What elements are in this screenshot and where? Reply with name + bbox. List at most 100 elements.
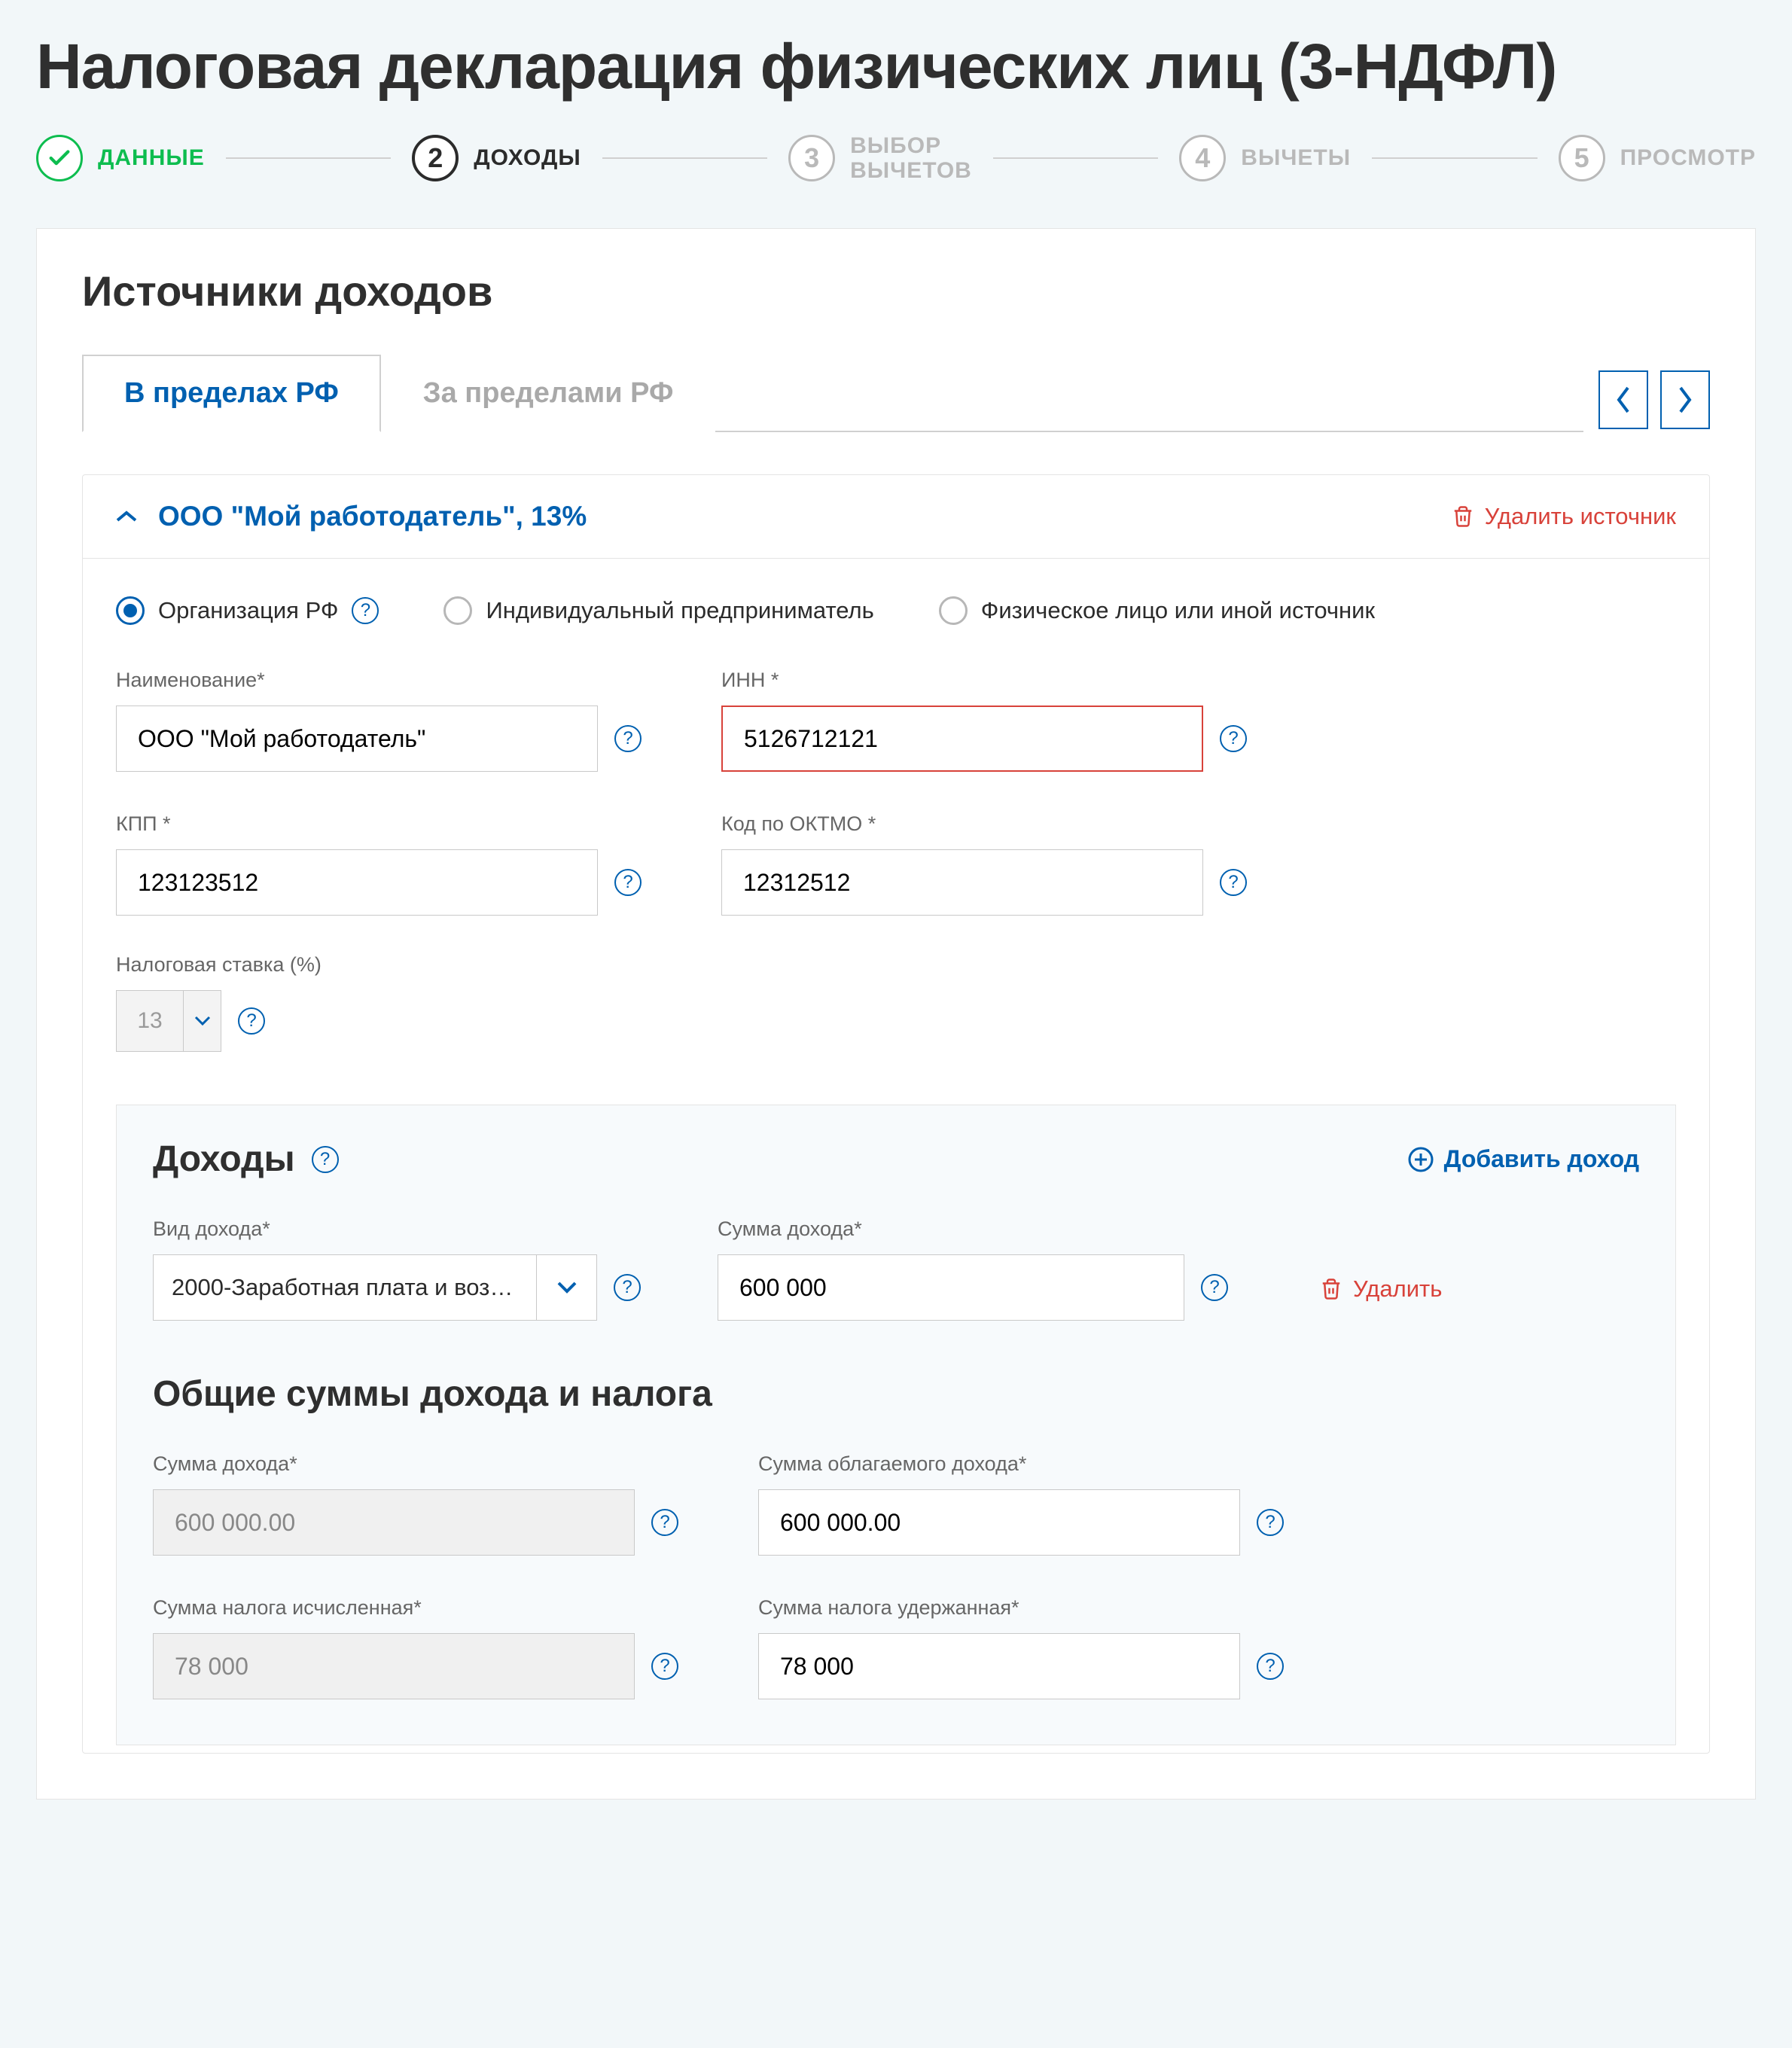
income-source-card: ООО "Мой работодатель", 13% Удалить исто… (82, 474, 1710, 1754)
radio-icon (116, 596, 145, 625)
tax-held-input[interactable] (758, 1633, 1240, 1699)
field-tax-rate: Налоговая ставка (%) 13 ? (116, 953, 1676, 1052)
oktmo-input[interactable] (721, 849, 1203, 916)
field-label: Код по ОКТМО * (721, 812, 1278, 836)
delete-income-label: Удалить (1353, 1275, 1442, 1303)
source-type-radios: Организация РФ ? Индивидуальный предприн… (116, 596, 1676, 625)
help-icon[interactable]: ? (352, 597, 379, 624)
income-sources-heading: Источники доходов (82, 267, 1710, 315)
field-label: Сумма налога удержанная* (758, 1596, 1315, 1620)
income-type-select[interactable]: 2000-Заработная плата и возн… (153, 1254, 597, 1321)
add-income-button[interactable]: Добавить доход (1408, 1145, 1639, 1173)
source-title: ООО "Мой работодатель", 13% (158, 501, 1431, 532)
field-label: КПП * (116, 812, 673, 836)
main-panel: Источники доходов В пределах РФ За преде… (36, 228, 1756, 1800)
tax-rate-select: 13 (116, 990, 221, 1052)
radio-label: Физическое лицо или иной источник (981, 597, 1375, 624)
tax-calc-input (153, 1633, 635, 1699)
trash-icon (1452, 504, 1474, 529)
trash-icon (1320, 1276, 1342, 1302)
incomes-block: Доходы ? Добавить доход Вид дохода* (116, 1105, 1676, 1745)
field-tax-calc: Сумма налога исчисленная* ? (153, 1596, 710, 1699)
income-type-value: 2000-Заработная плата и возн… (154, 1274, 536, 1301)
step-connector (1372, 157, 1537, 159)
field-total-sum: Сумма дохода* ? (153, 1452, 710, 1556)
step-1[interactable]: ДАННЫЕ (36, 135, 205, 181)
next-source-button[interactable] (1660, 370, 1710, 429)
step-number: 4 (1179, 135, 1226, 181)
radio-label: Организация РФ (158, 597, 338, 624)
help-icon[interactable]: ? (614, 725, 642, 752)
help-icon[interactable]: ? (1220, 869, 1247, 896)
step-label: ВЫЧЕТЫ (1241, 145, 1351, 171)
help-icon[interactable]: ? (238, 1007, 265, 1035)
tab-outside-rf[interactable]: За пределами РФ (381, 355, 716, 432)
collapse-toggle[interactable] (116, 510, 137, 523)
kpp-input[interactable] (116, 849, 598, 916)
stepper: ДАННЫЕ 2 ДОХОДЫ 3 ВЫБОРВЫЧЕТОВ 4 ВЫЧЕТЫ … (0, 133, 1792, 228)
region-tabs: В пределах РФ За пределами РФ (82, 353, 1583, 432)
help-icon[interactable]: ? (651, 1509, 678, 1536)
step-3[interactable]: 3 ВЫБОРВЫЧЕТОВ (788, 133, 972, 183)
field-label: Налоговая ставка (%) (116, 953, 1676, 977)
step-label: ВЫБОРВЫЧЕТОВ (850, 133, 972, 183)
field-name: Наименование* ? (116, 669, 673, 772)
radio-org-rf[interactable]: Организация РФ ? (116, 596, 379, 625)
totals-heading: Общие суммы дохода и налога (153, 1373, 1639, 1415)
field-label: Вид дохода* (153, 1218, 680, 1241)
step-4[interactable]: 4 ВЫЧЕТЫ (1179, 135, 1351, 181)
incomes-title: Доходы (153, 1138, 295, 1180)
field-taxable-sum: Сумма облагаемого дохода* ? (758, 1452, 1315, 1556)
field-label: Сумма дохода* (153, 1452, 710, 1476)
step-label: ДОХОДЫ (474, 145, 581, 171)
step-connector (602, 157, 767, 159)
prev-source-button[interactable] (1598, 370, 1648, 429)
help-icon[interactable]: ? (614, 1274, 641, 1301)
chevron-down-icon (183, 991, 221, 1051)
add-income-label: Добавить доход (1444, 1145, 1639, 1173)
field-label: Наименование* (116, 669, 673, 692)
tax-rate-value: 13 (117, 1008, 183, 1034)
help-icon[interactable]: ? (1220, 725, 1247, 752)
step-connector (993, 157, 1158, 159)
chevron-left-icon (1614, 385, 1632, 415)
field-income-amount: Сумма дохода* ? (718, 1218, 1260, 1321)
check-icon (36, 135, 83, 181)
help-icon[interactable]: ? (312, 1146, 339, 1173)
radio-other[interactable]: Физическое лицо или иной источник (939, 596, 1375, 625)
radio-icon (939, 596, 968, 625)
field-label: ИНН * (721, 669, 1278, 692)
delete-income-button[interactable]: Удалить (1320, 1275, 1442, 1303)
field-oktmo: Код по ОКТМО * ? (721, 812, 1278, 916)
step-connector (226, 157, 391, 159)
step-number: 2 (412, 135, 459, 181)
source-header: ООО "Мой работодатель", 13% Удалить исто… (83, 475, 1709, 559)
field-income-type: Вид дохода* 2000-Заработная плата и возн… (153, 1218, 680, 1321)
delete-source-button[interactable]: Удалить источник (1452, 503, 1676, 530)
name-input[interactable] (116, 706, 598, 772)
page-title: Налоговая декларация физических лиц (3-Н… (0, 0, 1792, 133)
help-icon[interactable]: ? (1257, 1509, 1284, 1536)
help-icon[interactable]: ? (651, 1653, 678, 1680)
chevron-down-icon (536, 1255, 596, 1320)
field-label: Сумма облагаемого дохода* (758, 1452, 1315, 1476)
taxable-sum-input[interactable] (758, 1489, 1240, 1556)
step-label: ДАННЫЕ (98, 145, 205, 171)
tab-inside-rf[interactable]: В пределах РФ (82, 355, 381, 432)
delete-source-label: Удалить источник (1485, 503, 1676, 530)
radio-ip[interactable]: Индивидуальный предприниматель (443, 596, 873, 625)
help-icon[interactable]: ? (614, 869, 642, 896)
radio-label: Индивидуальный предприниматель (486, 597, 873, 624)
help-icon[interactable]: ? (1257, 1653, 1284, 1680)
total-sum-input (153, 1489, 635, 1556)
step-5[interactable]: 5 ПРОСМОТР (1559, 135, 1756, 181)
income-amount-input[interactable] (718, 1254, 1184, 1321)
plus-circle-icon (1408, 1147, 1434, 1172)
field-tax-held: Сумма налога удержанная* ? (758, 1596, 1315, 1699)
step-label: ПРОСМОТР (1620, 145, 1756, 171)
step-2[interactable]: 2 ДОХОДЫ (412, 135, 581, 181)
inn-input[interactable] (721, 706, 1203, 772)
field-label: Сумма налога исчисленная* (153, 1596, 710, 1620)
help-icon[interactable]: ? (1201, 1274, 1228, 1301)
field-label: Сумма дохода* (718, 1218, 1260, 1241)
